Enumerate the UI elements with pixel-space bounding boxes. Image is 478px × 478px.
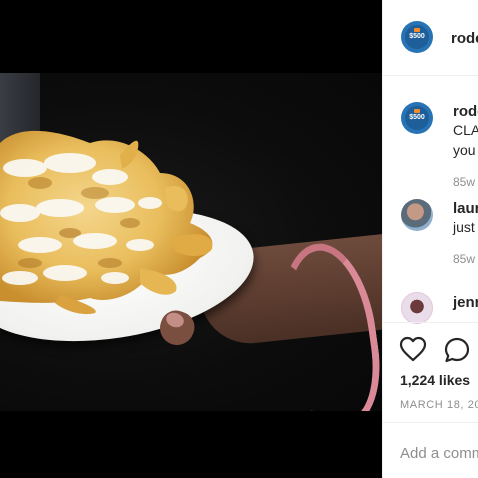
comment-username[interactable]: laur: [453, 200, 478, 217]
post-date: MARCH 18, 20: [400, 399, 478, 411]
add-comment-divider: [383, 422, 478, 423]
post-sidebar: $500 rode $500 rode CLA you 85w laur jus…: [382, 0, 478, 478]
comment-username[interactable]: rode: [453, 103, 478, 120]
comment-text-line: CLA: [453, 122, 478, 138]
avatar-badge-text: $500: [409, 33, 425, 40]
header-divider: [383, 75, 478, 76]
heart-icon[interactable]: [399, 336, 427, 362]
comment-icon[interactable]: [443, 336, 471, 364]
post-photo[interactable]: [0, 0, 382, 478]
likes-count[interactable]: 1,224 likes: [400, 372, 470, 388]
avatar-badge-text: $500: [409, 114, 425, 121]
comments-divider: [383, 322, 478, 323]
header-username[interactable]: rode: [451, 30, 478, 47]
comment-avatar[interactable]: $500: [401, 102, 433, 134]
comment-text-line: you: [453, 142, 476, 158]
comment-avatar[interactable]: [401, 292, 433, 324]
header-avatar[interactable]: $500: [401, 21, 433, 53]
comment-avatar[interactable]: [401, 199, 433, 231]
add-comment-input[interactable]: Add a comm: [400, 445, 478, 462]
comment-timestamp[interactable]: 85w: [453, 252, 475, 266]
funnel-cake-photo: [0, 73, 382, 411]
comment-text-line: just: [453, 219, 475, 235]
funnel-cake: [0, 130, 213, 315]
comment-timestamp[interactable]: 85w: [453, 175, 475, 189]
comment-username[interactable]: jenn: [453, 294, 478, 311]
